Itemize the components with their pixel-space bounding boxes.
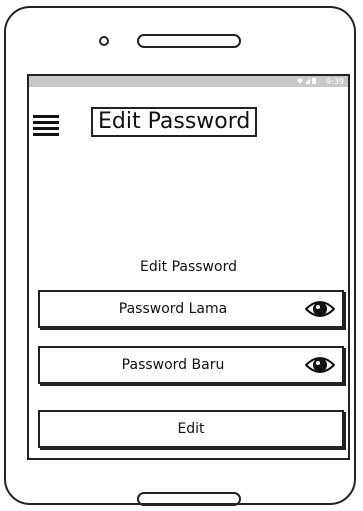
old-password-field[interactable]: Password Lama xyxy=(38,290,344,328)
eye-icon[interactable] xyxy=(305,297,335,321)
speaker-grille xyxy=(137,34,241,48)
eye-icon[interactable] xyxy=(305,353,335,377)
phone-screen: 9:39 Edit Password Edit Password Passwor… xyxy=(27,74,350,460)
status-time: 9:39 xyxy=(326,77,344,86)
new-password-label: Password Baru xyxy=(121,357,225,373)
old-password-label: Password Lama xyxy=(118,301,228,317)
home-button[interactable] xyxy=(137,492,241,506)
menu-icon[interactable] xyxy=(33,115,59,136)
camera-icon xyxy=(99,36,109,46)
page-title: Edit Password xyxy=(91,107,258,137)
new-password-field[interactable]: Password Baru xyxy=(38,346,344,384)
status-icons xyxy=(296,77,318,88)
edit-button[interactable]: Edit xyxy=(38,410,344,448)
phone-frame: 9:39 Edit Password Edit Password Passwor… xyxy=(4,6,356,506)
form-heading: Edit Password xyxy=(140,259,237,275)
status-bar: 9:39 xyxy=(29,76,348,87)
signal-icon xyxy=(297,78,316,84)
